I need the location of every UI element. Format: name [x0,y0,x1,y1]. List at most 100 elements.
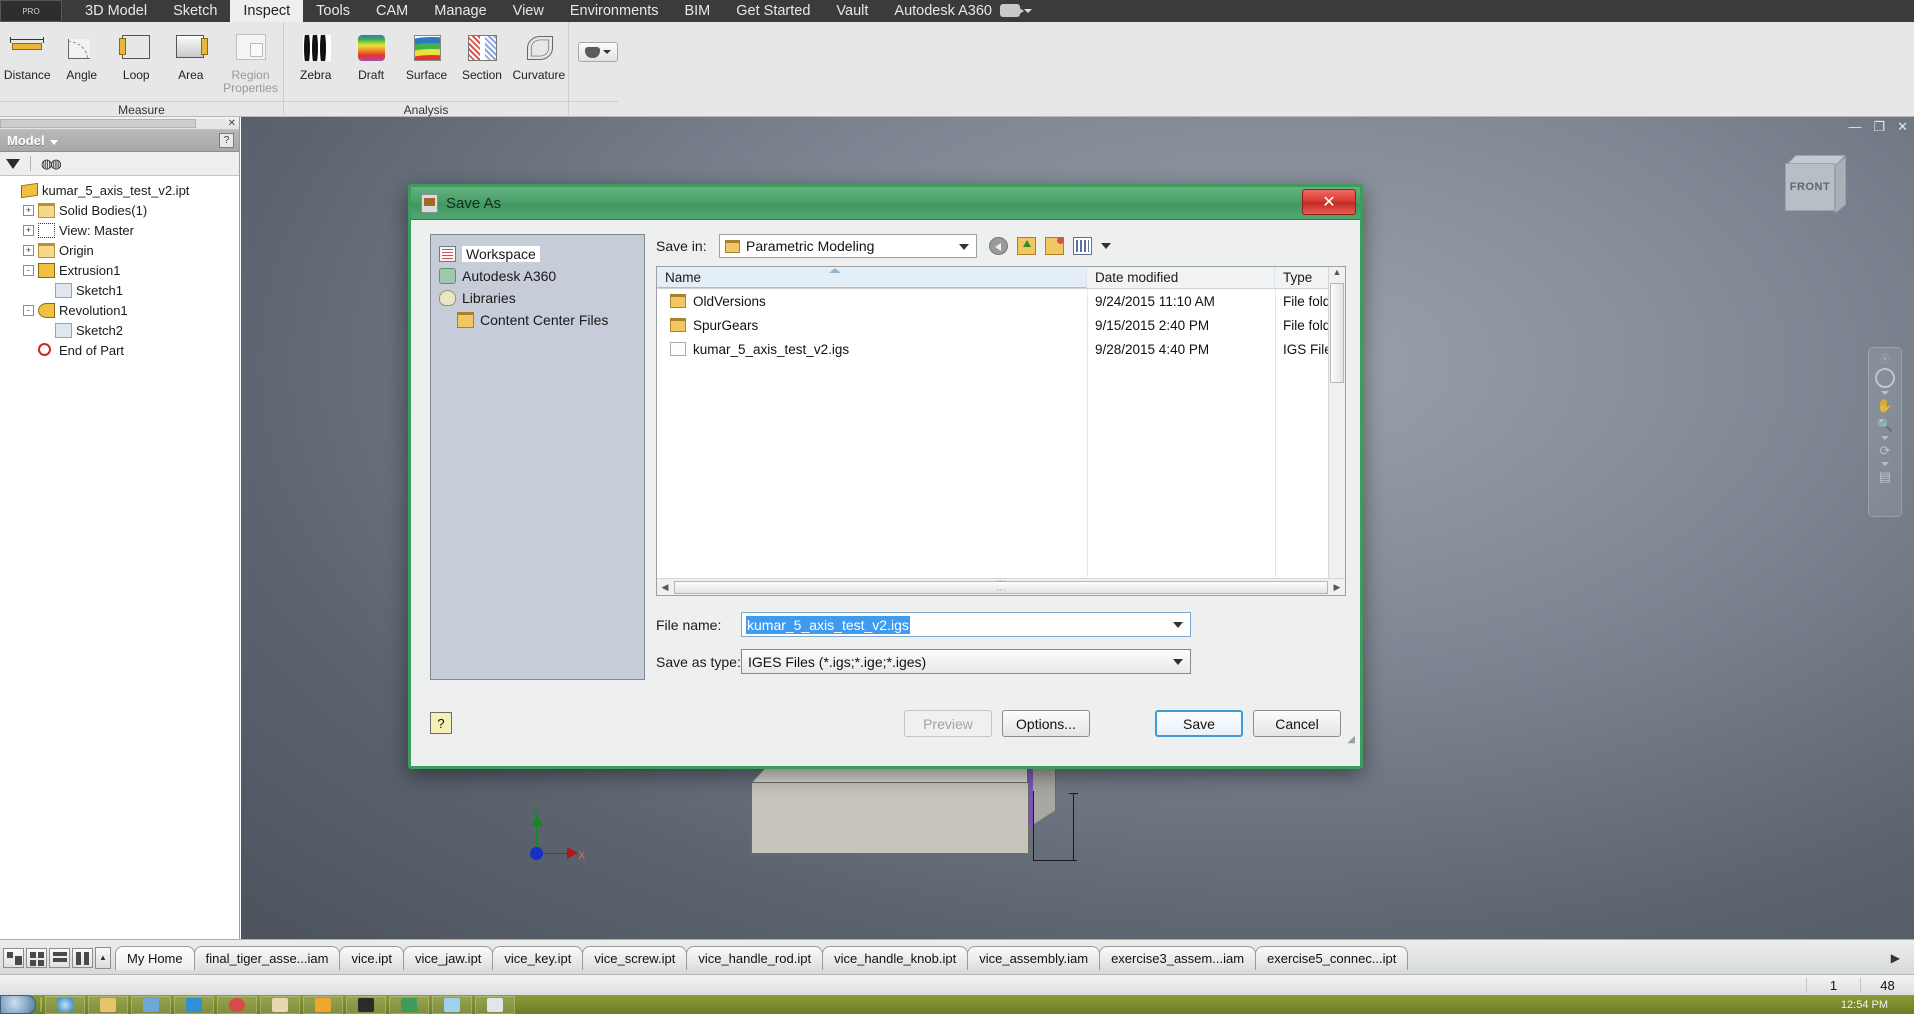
ribbon-tab-3d-model[interactable]: 3D Model [72,0,160,22]
scroll-tabs-right-button[interactable]: ▶ [1891,951,1900,965]
tree-item-part[interactable]: kumar_5_axis_test_v2.ipt [6,180,239,200]
doc-tab-vice-key[interactable]: vice_key.ipt [492,945,584,970]
column-header-name[interactable]: Name [657,267,1087,288]
grid-icon[interactable] [26,947,47,968]
view-cube-right-face[interactable] [1835,156,1846,214]
analysis-curvature-button[interactable]: Curvature [510,27,568,82]
measure-loop-button[interactable]: Loop [109,27,164,82]
scroll-up-icon[interactable]: ▲ [1329,267,1345,283]
3d-viewport[interactable]: — ❐ ✕ FRONT ⓧ ✋ 🔍 ⟳ ▤ Y X Save As ✕ Work… [241,117,1914,939]
tree-item-revolution1[interactable]: - Revolution1 [6,300,239,320]
file-list-vertical-scrollbar[interactable]: ▲ [1328,267,1345,579]
scroll-right-icon[interactable]: ▶ [1329,582,1345,593]
start-button[interactable] [0,995,36,1014]
tile-icon[interactable] [3,947,24,968]
scrollbar-thumb[interactable] [674,580,1328,594]
ribbon-tab-environments[interactable]: Environments [557,0,672,22]
save-in-combobox[interactable]: Parametric Modeling [719,234,977,258]
tree-item-origin[interactable]: + Origin [6,240,239,260]
screencast-dropdown[interactable] [1000,1,1042,20]
look-at-icon[interactable]: ▤ [1879,469,1891,485]
taskbar-item[interactable] [303,995,343,1014]
taskbar-item[interactable] [260,995,300,1014]
ribbon-tab-autodesk-a360[interactable]: Autodesk A360 [881,0,1005,22]
navigation-bar[interactable]: ⓧ ✋ 🔍 ⟳ ▤ [1868,347,1902,517]
taskbar-item[interactable] [88,995,128,1014]
file-list[interactable]: Name Date modified Type OldVersions 9/24… [656,266,1346,596]
doc-tab-vice-handle-knob[interactable]: vice_handle_knob.ipt [822,945,969,970]
tree-item-end-of-part[interactable]: End of Part [6,340,239,360]
expander-icon[interactable]: + [23,224,34,236]
back-icon[interactable] [989,237,1008,255]
orbit-icon[interactable]: ⟳ [1880,443,1891,459]
chevron-down-icon[interactable] [1881,436,1889,440]
chevron-down-icon[interactable] [959,244,969,250]
tree-item-extrusion1[interactable]: - Extrusion1 [6,260,239,280]
chevron-down-icon[interactable] [1881,391,1889,395]
ribbon-tab-view[interactable]: View [500,0,557,22]
file-row[interactable]: SpurGears 9/15/2015 2:40 PM File folder [657,313,1345,337]
taskbar-item[interactable] [217,995,257,1014]
places-sidebar[interactable]: Workspace Autodesk A360 Libraries Conten… [430,234,645,680]
ribbon-tab-manage[interactable]: Manage [421,0,499,22]
taskbar-item[interactable] [131,995,171,1014]
options-button[interactable]: Options... [1002,710,1090,737]
doc-tab-vice-assembly[interactable]: vice_assembly.iam [967,945,1101,970]
view-cube-front-face[interactable]: FRONT [1785,163,1835,211]
ribbon-tab-cam[interactable]: CAM [363,0,421,22]
ribbon-tab-sketch[interactable]: Sketch [160,0,230,22]
expander-icon[interactable]: - [23,264,34,276]
restore-button[interactable]: ❐ [1873,119,1885,135]
doc-tab-vice-handle-rod[interactable]: vice_handle_rod.ipt [686,945,824,970]
chevron-down-icon[interactable] [1881,462,1889,466]
taskbar-clock[interactable]: 12:54 PM [1841,999,1888,1011]
place-workspace[interactable]: Workspace [439,243,644,265]
analysis-zebra-button[interactable]: Zebra [288,27,343,82]
zoom-icon[interactable]: 🔍 [1877,417,1893,433]
resize-grip[interactable]: ◢ [1347,734,1355,745]
doc-tab-vice[interactable]: vice.ipt [339,945,404,970]
scroll-left-icon[interactable]: ◀ [657,582,673,593]
ribbon-tab-tools[interactable]: Tools [303,0,363,22]
chevron-down-icon[interactable] [1173,659,1183,665]
place-autodesk-a360[interactable]: Autodesk A360 [439,265,644,287]
ribbon-tab-vault[interactable]: Vault [823,0,881,22]
browser-help-button[interactable]: ? [219,133,234,148]
file-list-horizontal-scrollbar[interactable]: ◀ ▶ [657,578,1345,595]
doc-tab-my-home[interactable]: My Home [115,945,195,970]
save-as-dialog[interactable]: Save As ✕ Workspace Autodesk A360 Librar… [408,184,1363,769]
save-as-type-combobox[interactable]: IGES Files (*.igs;*.ige;*.iges) [741,649,1191,674]
analysis-surface-button[interactable]: Surface [399,27,454,82]
scrollbar-thumb[interactable] [1330,283,1344,383]
taskbar-item[interactable] [45,995,85,1014]
measure-area-button[interactable]: Area [164,27,219,82]
steering-wheel-icon[interactable] [1875,368,1895,388]
file-row[interactable]: OldVersions 9/24/2015 11:10 AM File fold… [657,289,1345,313]
close-icon[interactable]: ✕ [228,118,236,129]
views-icon[interactable] [1073,237,1092,255]
file-name-input[interactable]: kumar_5_axis_test_v2.igs [741,612,1191,637]
chevron-down-icon[interactable] [49,139,58,145]
filter-icon[interactable] [6,158,20,169]
doc-tab-vice-screw[interactable]: vice_screw.ipt [582,945,688,970]
save-button[interactable]: Save [1155,710,1243,737]
appearance-dropdown-button[interactable] [578,42,618,62]
tree-item-solid-bodies[interactable]: + Solid Bodies(1) [6,200,239,220]
scroll-tabs-up-button[interactable]: ▲ [95,946,111,969]
tree-item-sketch2[interactable]: Sketch2 [6,320,239,340]
pan-icon[interactable]: ✋ [1877,398,1893,414]
doc-tab-vice-jaw[interactable]: vice_jaw.ipt [402,945,494,970]
minimize-button[interactable]: — [1848,119,1861,135]
tree-item-view-master[interactable]: + View: Master [6,220,239,240]
measure-angle-button[interactable]: Angle [55,27,110,82]
ribbon-tab-get-started[interactable]: Get Started [723,0,823,22]
expander-icon[interactable]: - [23,304,34,316]
analysis-section-button[interactable]: Section [454,27,509,82]
taskbar-item[interactable] [389,995,429,1014]
doc-tab-exercise5-connector[interactable]: exercise5_connec...ipt [1255,945,1409,970]
up-one-level-icon[interactable] [1017,237,1036,255]
browser-horizontal-scrollbar[interactable]: ✕ [0,117,239,130]
place-libraries[interactable]: Libraries [439,287,644,309]
doc-tab-exercise3-assembly[interactable]: exercise3_assem...iam [1099,945,1257,970]
file-row[interactable]: kumar_5_axis_test_v2.igs 9/28/2015 4:40 … [657,337,1345,361]
